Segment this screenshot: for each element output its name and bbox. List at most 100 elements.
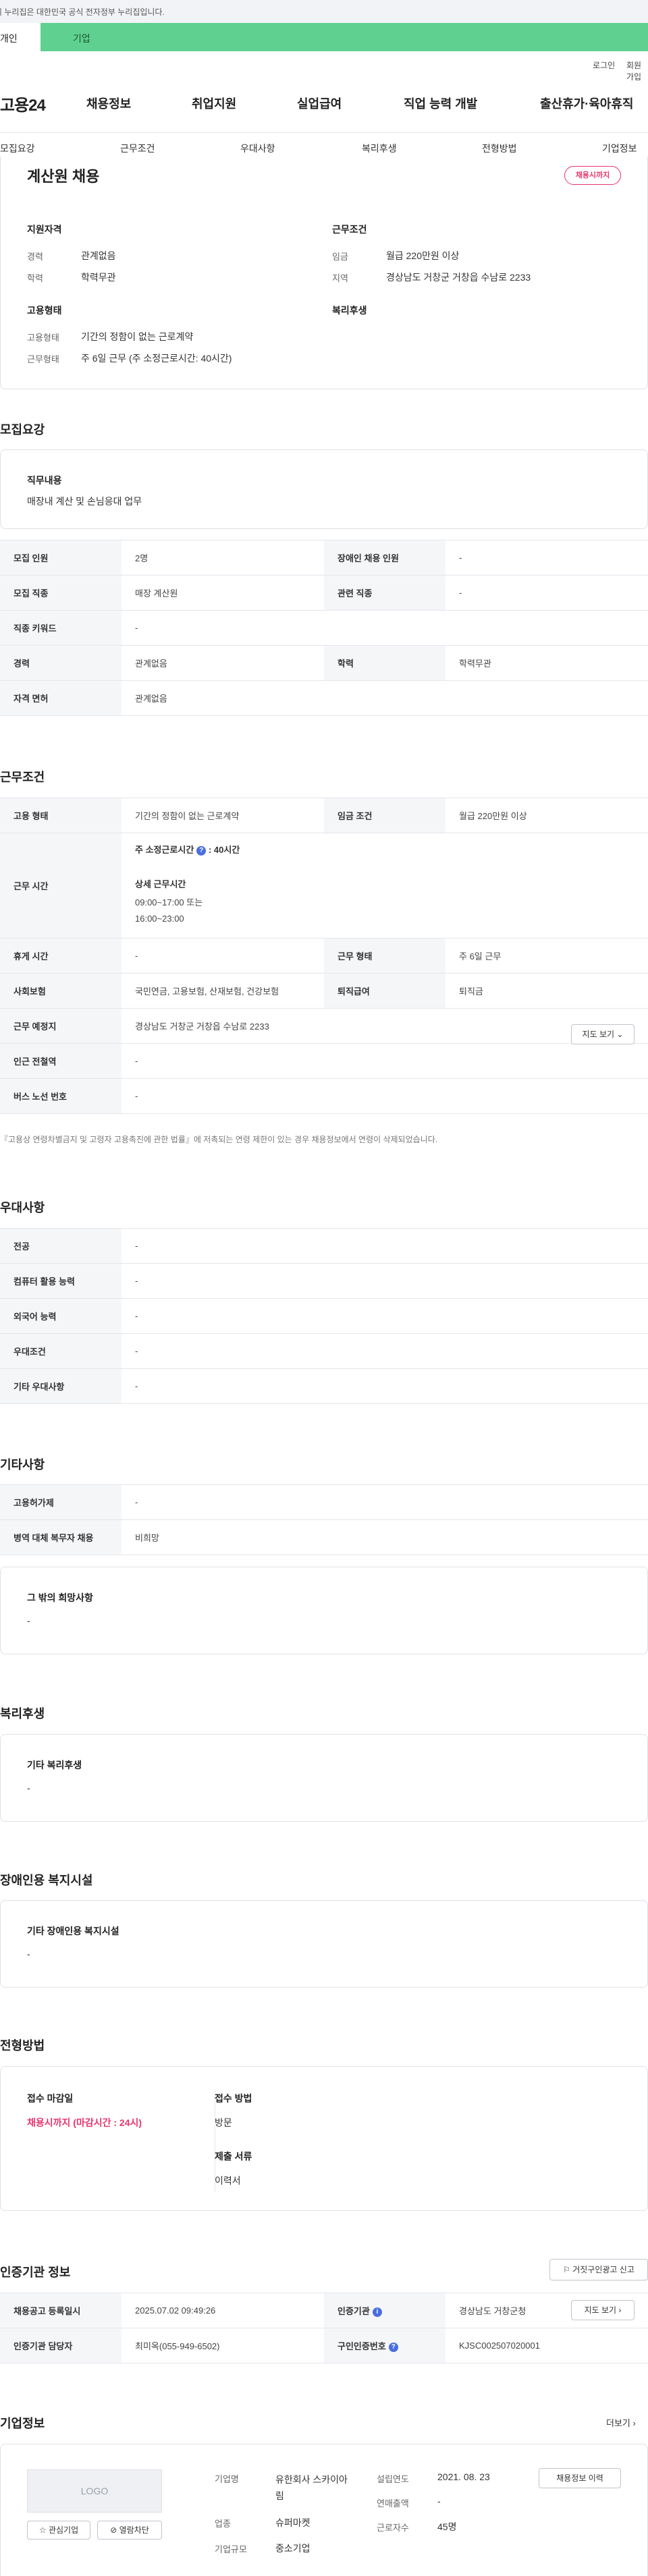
tab-personal-label: 개인 <box>0 33 18 44</box>
map-view-label: 지도 보기 <box>582 1030 615 1039</box>
cell-value: - <box>122 1228 648 1264</box>
cell-header: 인증기관 담당자 <box>0 2328 122 2363</box>
welfare-card <box>0 1734 648 1822</box>
hours-detail-label: 상세 근무시간 <box>135 879 186 889</box>
info-icon[interactable]: ? <box>196 845 207 856</box>
employees-value: 45명 <box>437 2521 457 2532</box>
anchor-screen[interactable]: 전형방법 <box>482 142 517 155</box>
cell-header: 고용 형태 <box>0 797 122 833</box>
cell-header: 퇴직급여 <box>324 973 446 1009</box>
anchor-pref[interactable]: 우대사항 <box>240 142 275 155</box>
company-name-value: 유한회사 스카이아림 <box>275 2474 348 2501</box>
cell-value: 2명 <box>122 540 324 576</box>
anchor-company[interactable]: 기업정보 <box>602 142 637 155</box>
site-logo[interactable]: 고용24 <box>0 92 46 115</box>
org-header-label: 인증기관 <box>338 2306 370 2316</box>
cell-value: 퇴직금 <box>446 973 648 1009</box>
table-row: 고용허가제 - <box>0 1484 648 1520</box>
table-row: 경력 관계없음 학력 학력무관 <box>0 645 648 681</box>
tab-personal[interactable]: 개인 <box>0 23 40 51</box>
hours-detail-1: 09:00~17:00 또는 <box>135 897 203 907</box>
cell-header: 근무 시간 <box>0 833 122 939</box>
cell-value: - <box>122 1368 648 1404</box>
map-view-button[interactable]: 지도 보기 ⌄ <box>571 1024 634 1044</box>
table-row: 근무 예정지 경상남도 거창군 거창읍 수남로 2233 <box>0 1008 648 1044</box>
cell-header: 인근 전철역 <box>0 1043 122 1079</box>
cell-header: 경력 <box>0 645 122 681</box>
cell-value: 국민연금, 고용보험, 산재보험, 건강보험 <box>122 973 324 1009</box>
cell-value: 기간의 정함이 없는 근로계약 <box>122 797 324 833</box>
duty-label: 직무내용 <box>27 475 62 486</box>
anchor-welfare[interactable]: 복리후생 <box>362 142 397 155</box>
cell-value: - <box>122 1333 648 1369</box>
table-row: 우대조건 - <box>0 1333 648 1369</box>
emp-type-label: 고용형태 <box>27 333 59 343</box>
signup-link[interactable]: 회원가입 <box>626 59 648 82</box>
table-row: 자격 면허 관계없음 <box>0 680 648 716</box>
work-table: 고용 형태 기간의 정함이 없는 근로계약 임금 조건 월급 220만원 이상 … <box>0 797 648 1114</box>
job-title: 계산원 채용 <box>27 168 100 185</box>
user-type-tabs: 개인 기업 <box>0 23 648 51</box>
cell-value: 비희망 <box>122 1519 648 1555</box>
status-badge: 채용시까지 <box>564 166 621 185</box>
cell-header: 자격 면허 <box>0 680 122 716</box>
cell-header: 휴게 시간 <box>0 938 122 974</box>
cell-header: 사회보험 <box>0 973 122 1009</box>
method-value: 방문 <box>215 2117 232 2128</box>
report-fake-ad-button[interactable]: ⚐ 거짓구인광고 신고 <box>549 2259 648 2280</box>
cell-header: 외국어 능력 <box>0 1298 122 1334</box>
recruit-history-button[interactable]: 채용정보 이력 <box>539 2468 621 2488</box>
tab-company-label: 기업 <box>73 33 90 44</box>
info-icon[interactable]: ? <box>388 2342 398 2352</box>
disab-card <box>0 1900 648 1988</box>
block-label: 열람차단 <box>119 2525 149 2535</box>
disab-label: 기타 장애인용 복지시설 <box>27 1926 119 1936</box>
career-label: 경력 <box>27 252 43 262</box>
section-title-company: 기업정보 <box>0 2417 45 2430</box>
cell-value: 매장 계산원 <box>122 575 324 611</box>
gnb-item-jobs[interactable]: 채용정보 <box>86 94 131 112</box>
industry-value: 슈퍼마켓 <box>275 2517 310 2528</box>
gnb-item-employment[interactable]: 취업지원 <box>192 94 236 112</box>
company-more-link[interactable]: 더보기 › <box>606 2416 636 2429</box>
hours-detail-2: 16:00~23:00 <box>135 914 184 924</box>
cell-value: - <box>122 938 324 974</box>
work-form-value: 주 6일 근무 (주 소정근로시간: 40시간) <box>81 353 232 364</box>
work-form-label: 근무형태 <box>27 354 59 364</box>
section-title-work: 근무조건 <box>0 771 45 784</box>
chevron-right-icon: › <box>618 2305 622 2315</box>
company-size-value: 중소기업 <box>275 2543 310 2554</box>
gov-notice-text: 이 누리집은 대한민국 공식 전자정부 누리집입니다. <box>0 7 165 17</box>
cell-header: 근무 예정지 <box>0 1008 122 1044</box>
login-link[interactable]: 로그인 <box>593 59 615 71</box>
duty-value: 매장내 계산 및 손님응대 업무 <box>27 496 142 507</box>
cell-value: 경상남도 거창군 거창읍 수남로 2233 <box>122 1008 648 1044</box>
cell-header: 모집 직종 <box>0 575 122 611</box>
auth-table: 채용공고 등록일시 2025.07.02 09:49:26 인증기관 i 경상남도… <box>0 2293 648 2363</box>
cell-value: - <box>122 1484 648 1520</box>
tab-company[interactable]: 기업 <box>40 23 648 51</box>
auth-map-button[interactable]: 지도 보기 › <box>571 2300 634 2320</box>
sales-value: - <box>437 2496 441 2507</box>
industry-label: 업종 <box>215 2519 231 2529</box>
cell-header: 채용공고 등록일시 <box>0 2293 122 2328</box>
method-label-text: 접수 방법 <box>215 2093 252 2104</box>
cell-header: 기타 우대사항 <box>0 1368 122 1404</box>
gnb-item-leave[interactable]: 출산휴가·육아휴직 <box>540 94 633 112</box>
table-row: 병역 대체 복무자 채용 비희망 <box>0 1519 648 1555</box>
other-wish-value: - <box>27 1615 30 1626</box>
gnb-item-training[interactable]: 직업 능력 개발 <box>404 94 477 112</box>
wage-label: 임금 <box>332 252 348 262</box>
cell-value: - <box>122 1298 648 1334</box>
table-row: 컴퓨터 활용 능력 - <box>0 1263 648 1299</box>
favorite-label: 관심기업 <box>48 2525 79 2535</box>
anchor-work[interactable]: 근무조건 <box>120 142 155 155</box>
block-company-button[interactable]: ⊘ 열람차단 <box>97 2521 162 2540</box>
section-title-etc: 기타사항 <box>0 1458 45 1472</box>
info-icon[interactable]: i <box>372 2307 382 2317</box>
docs-label: 제출 서류 <box>215 2151 252 2162</box>
favorite-company-button[interactable]: ☆ 관심기업 <box>27 2521 90 2540</box>
welfare-label: 기타 복리후생 <box>27 1760 82 1770</box>
anchor-recruit[interactable]: 모집요강 <box>0 142 35 155</box>
gnb-item-unemployment[interactable]: 실업급여 <box>297 94 342 112</box>
